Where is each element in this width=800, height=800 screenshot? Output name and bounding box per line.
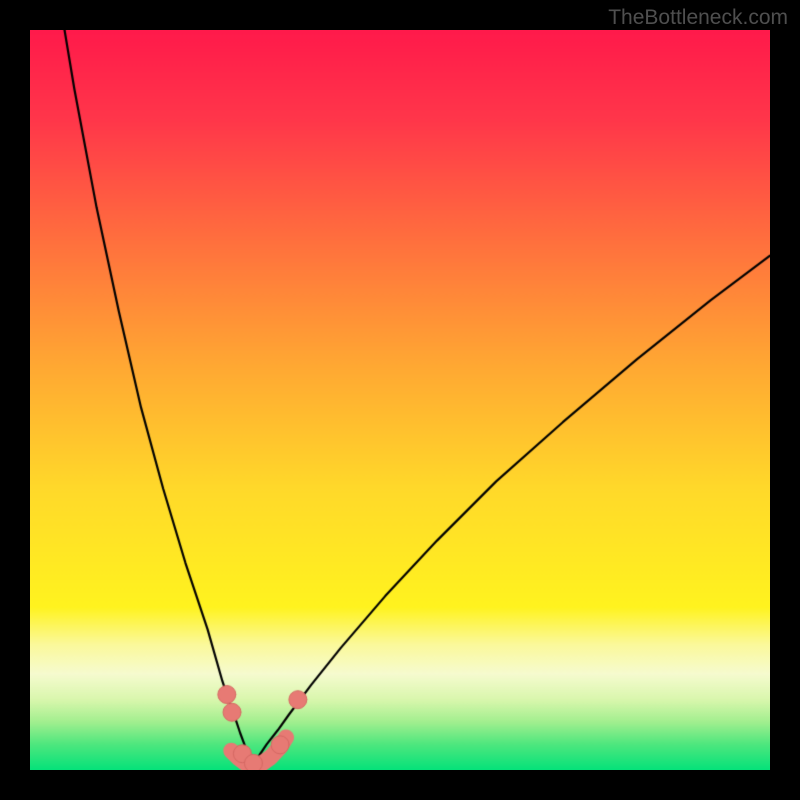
watermark-text: TheBottleneck.com [608, 6, 788, 30]
bottleneck-curve [30, 30, 770, 770]
chart-frame: TheBottleneck.com [0, 0, 800, 800]
plot-area [30, 30, 770, 770]
